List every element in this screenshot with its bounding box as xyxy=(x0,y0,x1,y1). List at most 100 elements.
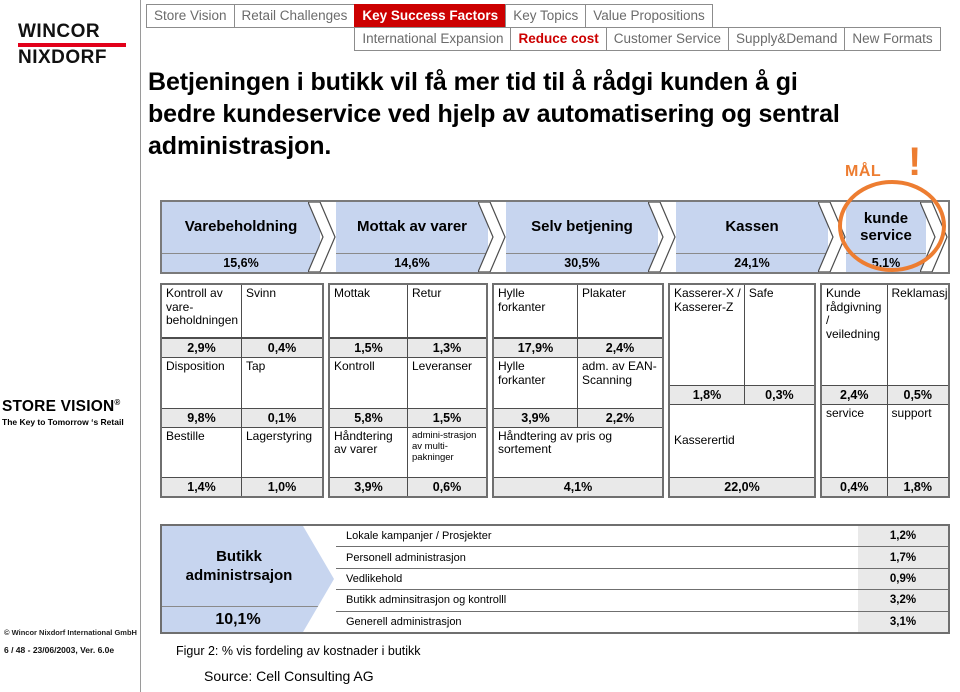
chevron-mottak-av-varer: Mottak av varer 14,6% xyxy=(336,202,488,272)
cell-label: Tap xyxy=(246,359,266,374)
tab-value-propositions[interactable]: Value Propositions xyxy=(585,4,713,28)
cell-label: Kontroll xyxy=(330,358,408,408)
tab-store-vision[interactable]: Store Vision xyxy=(146,4,235,28)
cell-percent: 0,4% xyxy=(822,478,888,496)
cell-label: Svinn xyxy=(246,286,277,300)
cell-label: Mottak xyxy=(330,285,408,338)
group-row-1-labels: Kasserer-X / Kasserer-Z Safe xyxy=(670,285,814,386)
cell-percent: 5,8% xyxy=(330,408,408,427)
left-rail: WINCOR NIXDORF STORE VISION® The Key to … xyxy=(0,0,140,692)
tab-new-formats[interactable]: New Formats xyxy=(844,27,941,51)
target-highlight-ellipse xyxy=(838,180,946,272)
admin-row: Vedlikehold 0,9% xyxy=(336,568,948,591)
group-row-1-labels: Hylle forkanter Plakater xyxy=(494,285,662,339)
source-caption: Source: Cell Consulting AG xyxy=(204,668,374,684)
exclamation-icon: ! xyxy=(908,140,922,184)
group-row-3-labels: Håndtering av pris og sortement xyxy=(494,428,662,477)
admin-row: Personell administrasjon 1,7% xyxy=(336,547,948,569)
chevron-percent: 30,5% xyxy=(506,253,658,272)
chevron-label: Varebeholdning xyxy=(184,218,298,235)
group-row-1-percents: 2,4% 0,5% xyxy=(822,385,948,406)
chevron-percent: 24,1% xyxy=(676,253,828,272)
chevron-kassen: Kassen 24,1% xyxy=(676,202,828,272)
group-row-3-percents: 3,9% 0,6% xyxy=(330,476,486,496)
group-row-1-labels: Mottak Retur xyxy=(330,285,486,339)
group-row-3-percents: 4,1% xyxy=(494,476,662,496)
cell-label: Safe xyxy=(748,286,774,300)
logo-word-nixdorf: NIXDORF xyxy=(18,46,107,68)
butikk-administrasjon-block: Butikk administrsajon 10,1% Lokale kampa… xyxy=(160,524,950,634)
cell-label: Håndtering av pris og sortement xyxy=(498,428,613,457)
chevron-percent: 15,6% xyxy=(162,253,320,272)
group-kunde-service: Kunde rådgivning / veiledning Reklamasjo… xyxy=(820,283,950,498)
tab-retail-challenges[interactable]: Retail Challenges xyxy=(233,4,356,28)
cell-percent: 3,9% xyxy=(494,408,578,427)
cell-percent: 1,5% xyxy=(432,410,462,425)
admin-row-percent: 3,1% xyxy=(858,611,948,633)
cell-percent: 0,5% xyxy=(903,388,933,403)
cell-label: Plakater xyxy=(582,286,627,300)
cell-label: Lagerstyring xyxy=(246,428,313,443)
group-row-3-percents: 1,4% 1,0% xyxy=(162,476,322,496)
group-selv-betjening: Hylle forkanter Plakater 17,9% 2,4% Hyll… xyxy=(492,283,664,498)
copyright-text: © Wincor Nixdorf International GmbH xyxy=(4,628,137,637)
cell-percent: 0,4% xyxy=(267,341,297,356)
admin-row-list: Lokale kampanjer / Prosjekter 1,2% Perso… xyxy=(336,526,948,633)
cell-percent: 1,0% xyxy=(267,479,297,494)
target-label: MÅL xyxy=(845,163,882,180)
group-row-1-labels: Kontroll av vare-beholdningen Svinn xyxy=(162,285,322,339)
group-row-1-labels: Kunde rådgivning / veiledning Reklamasjo… xyxy=(822,285,948,386)
cell-percent: 1,4% xyxy=(162,477,242,496)
navigation-tabs: Store Vision Retail Challenges Key Succe… xyxy=(146,4,958,51)
group-row-2-percents: 0,4% 1,8% xyxy=(822,477,948,496)
tab-supply-and-demand[interactable]: Supply&Demand xyxy=(728,27,846,51)
cell-label: Hylle forkanter xyxy=(494,285,578,338)
tab-key-success-factors[interactable]: Key Success Factors xyxy=(354,4,507,28)
admin-row-percent: 3,2% xyxy=(858,590,948,611)
tab-international-expansion[interactable]: International Expansion xyxy=(354,27,512,51)
process-chevron-band: Varebeholdning 15,6% Mottak av varer 14,… xyxy=(160,200,950,274)
cell-percent: 2,4% xyxy=(605,341,635,356)
admin-title: Butikk administrsajon xyxy=(185,548,293,584)
figure-caption: Figur 2: % vis fordeling av kostnader i … xyxy=(176,644,421,658)
cell-percent: 1,3% xyxy=(432,341,462,356)
group-row-3-labels: Bestille Lagerstyring xyxy=(162,427,322,477)
admin-row-label: Butikk adminsitrasjon og kontrolll xyxy=(346,594,507,607)
cell-label: support xyxy=(891,406,932,421)
chevron-varebeholdning: Varebeholdning 15,6% xyxy=(162,202,320,272)
tab-row-secondary: Store Vision Retail Challenges Internati… xyxy=(146,27,958,51)
cell-label: adm. av EAN-Scanning xyxy=(582,359,657,387)
group-row-2-labels: Kontroll Leveranser xyxy=(330,358,486,408)
admin-row: Butikk adminsitrasjon og kontrolll 3,2% xyxy=(336,590,948,612)
group-row-1-percents: 2,9% 0,4% xyxy=(162,338,322,359)
group-row-2-percents: 5,8% 1,5% xyxy=(330,407,486,428)
group-row-2-labels: Hylle forkanter adm. av EAN-Scanning xyxy=(494,358,662,408)
cell-label: Kunde rådgivning / veiledning xyxy=(822,285,888,386)
chevron-label: Mottak av varer xyxy=(356,218,468,235)
group-row-1-percents: 1,8% 0,3% xyxy=(670,385,814,406)
store-vision-title: STORE VISION® xyxy=(2,398,140,416)
tab-customer-service[interactable]: Customer Service xyxy=(605,27,730,51)
group-row-1-percents: 17,9% 2,4% xyxy=(494,338,662,359)
cell-percent: 0,6% xyxy=(432,479,462,494)
admin-row-label: Personell administrasjon xyxy=(346,551,466,564)
group-row-2-labels: Disposition Tap xyxy=(162,358,322,408)
tab-key-topics[interactable]: Key Topics xyxy=(505,4,587,28)
rail-divider xyxy=(140,0,141,692)
cell-percent: 1,8% xyxy=(670,386,745,405)
cell-percent: 1,8% xyxy=(903,480,933,494)
chevron-percent: 14,6% xyxy=(336,253,488,272)
group-row-2-percents: 22,0% xyxy=(670,477,814,496)
cell-label: admini-strasjon av multi-pakninger xyxy=(412,429,477,463)
cell-label: Hylle forkanter xyxy=(494,358,578,408)
cost-breakdown-grid: Kontroll av vare-beholdningen Svinn 2,9%… xyxy=(160,283,950,498)
slide-headline: Betjeningen i butikk vil få mer tid til … xyxy=(148,68,840,160)
group-row-1-percents: 1,5% 1,3% xyxy=(330,338,486,359)
cell-percent: 17,9% xyxy=(494,339,578,358)
admin-chevron: Butikk administrsajon 10,1% xyxy=(162,526,334,632)
admin-row-label: Vedlikehold xyxy=(346,573,403,586)
cell-percent: 4,1% xyxy=(563,479,593,494)
store-vision-tagline: The Key to Tomorrow ‘s Retail xyxy=(2,417,124,428)
cell-percent: 3,9% xyxy=(330,477,408,496)
tab-reduce-cost[interactable]: Reduce cost xyxy=(510,27,607,51)
